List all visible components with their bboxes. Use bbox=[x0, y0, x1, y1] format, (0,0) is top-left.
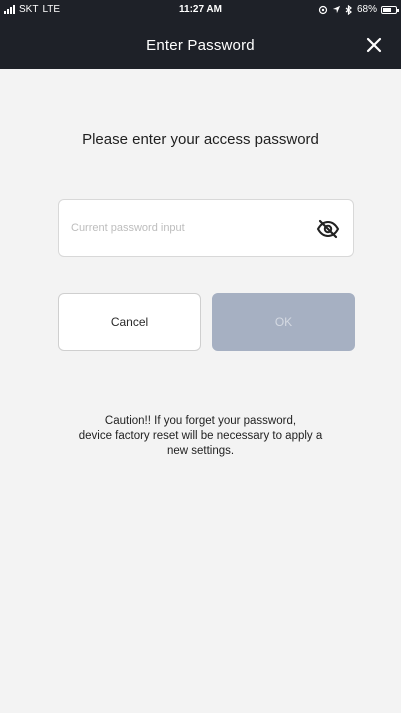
battery-percent: 68% bbox=[356, 4, 377, 15]
password-field bbox=[58, 199, 354, 257]
status-right: 68% bbox=[318, 4, 399, 15]
cancel-button[interactable]: Cancel bbox=[58, 293, 201, 351]
battery-fill bbox=[383, 7, 391, 12]
navigation-arrow-icon bbox=[332, 5, 341, 14]
location-icon bbox=[318, 5, 328, 14]
password-input[interactable] bbox=[71, 200, 291, 256]
nav-bar: Enter Password bbox=[0, 20, 401, 69]
toggle-visibility-button[interactable] bbox=[315, 216, 341, 242]
close-icon bbox=[366, 37, 382, 53]
status-bar: SKT LTE 11:27 AM 68% bbox=[0, 0, 401, 20]
battery-icon bbox=[381, 5, 399, 14]
close-button[interactable] bbox=[361, 32, 387, 58]
caution-line-1: Caution!! If you forget your password, bbox=[104, 415, 297, 427]
caution-message: Caution!! If you forget your password, d… bbox=[30, 414, 371, 459]
bluetooth-icon bbox=[345, 4, 352, 15]
eye-off-icon bbox=[316, 219, 340, 239]
caution-line-3: new settings. bbox=[166, 445, 235, 457]
ok-button[interactable]: OK bbox=[212, 293, 355, 351]
password-prompt: Please enter your access password bbox=[82, 131, 319, 148]
caution-line-2: device factory reset will be necessary t… bbox=[78, 430, 323, 442]
page-title: Enter Password bbox=[146, 37, 255, 54]
